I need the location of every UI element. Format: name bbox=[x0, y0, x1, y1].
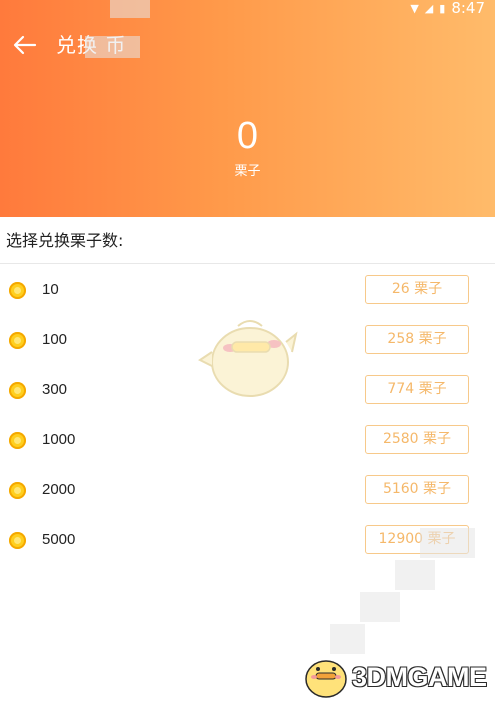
exchange-price-button[interactable]: 2580 栗子 bbox=[365, 425, 469, 454]
option-amount: 10 bbox=[42, 281, 59, 298]
exchange-option-row: 1000 2580 栗子 bbox=[0, 415, 495, 465]
divider bbox=[0, 263, 495, 264]
exchange-option-row: 10 26 栗子 bbox=[0, 265, 495, 315]
blur-patch bbox=[360, 592, 400, 622]
coin-icon bbox=[9, 382, 26, 399]
status-time: 8:47 bbox=[451, 0, 485, 17]
mascot-watermark-icon bbox=[198, 320, 298, 397]
coin-icon bbox=[9, 282, 26, 299]
coin-icon bbox=[9, 532, 26, 549]
option-amount: 5000 bbox=[42, 531, 76, 548]
exchange-option-row: 2000 5160 栗子 bbox=[0, 465, 495, 515]
battery-icon: ▮ bbox=[439, 1, 446, 15]
site-watermark: 3DMGAME bbox=[302, 655, 487, 699]
option-amount: 2000 bbox=[42, 481, 76, 498]
section-label: 选择兑换栗子数: bbox=[6, 231, 124, 250]
back-arrow-icon bbox=[13, 35, 37, 55]
option-amount: 1000 bbox=[42, 431, 76, 448]
blur-patch bbox=[110, 0, 150, 18]
blur-patch bbox=[85, 36, 140, 58]
blur-patch bbox=[420, 528, 475, 558]
coin-icon bbox=[9, 482, 26, 499]
status-bar: ▼ ◢ ▮ 8:47 bbox=[410, 0, 485, 17]
wifi-icon: ▼ bbox=[410, 1, 419, 15]
balance-unit: 栗子 bbox=[234, 164, 261, 179]
exchange-price-button[interactable]: 26 栗子 bbox=[365, 275, 469, 304]
exchange-price-button[interactable]: 5160 栗子 bbox=[365, 475, 469, 504]
balance-value: 0 bbox=[236, 115, 259, 157]
option-amount: 100 bbox=[42, 331, 68, 348]
signal-icon: ◢ bbox=[424, 1, 434, 15]
blur-patch bbox=[395, 560, 435, 590]
coin-icon bbox=[9, 432, 26, 449]
option-amount: 300 bbox=[42, 381, 68, 398]
blur-patch bbox=[330, 624, 365, 654]
exchange-price-button[interactable]: 774 栗子 bbox=[365, 375, 469, 404]
back-button[interactable] bbox=[8, 28, 42, 62]
exchange-price-button[interactable]: 258 栗子 bbox=[365, 325, 469, 354]
mascot-logo-icon bbox=[305, 660, 347, 698]
watermark-text: 3DMGAME bbox=[352, 661, 487, 692]
header-banner: ▼ ◢ ▮ 8:47 兑换 币 0 栗子 bbox=[0, 0, 495, 217]
coin-icon bbox=[9, 332, 26, 349]
